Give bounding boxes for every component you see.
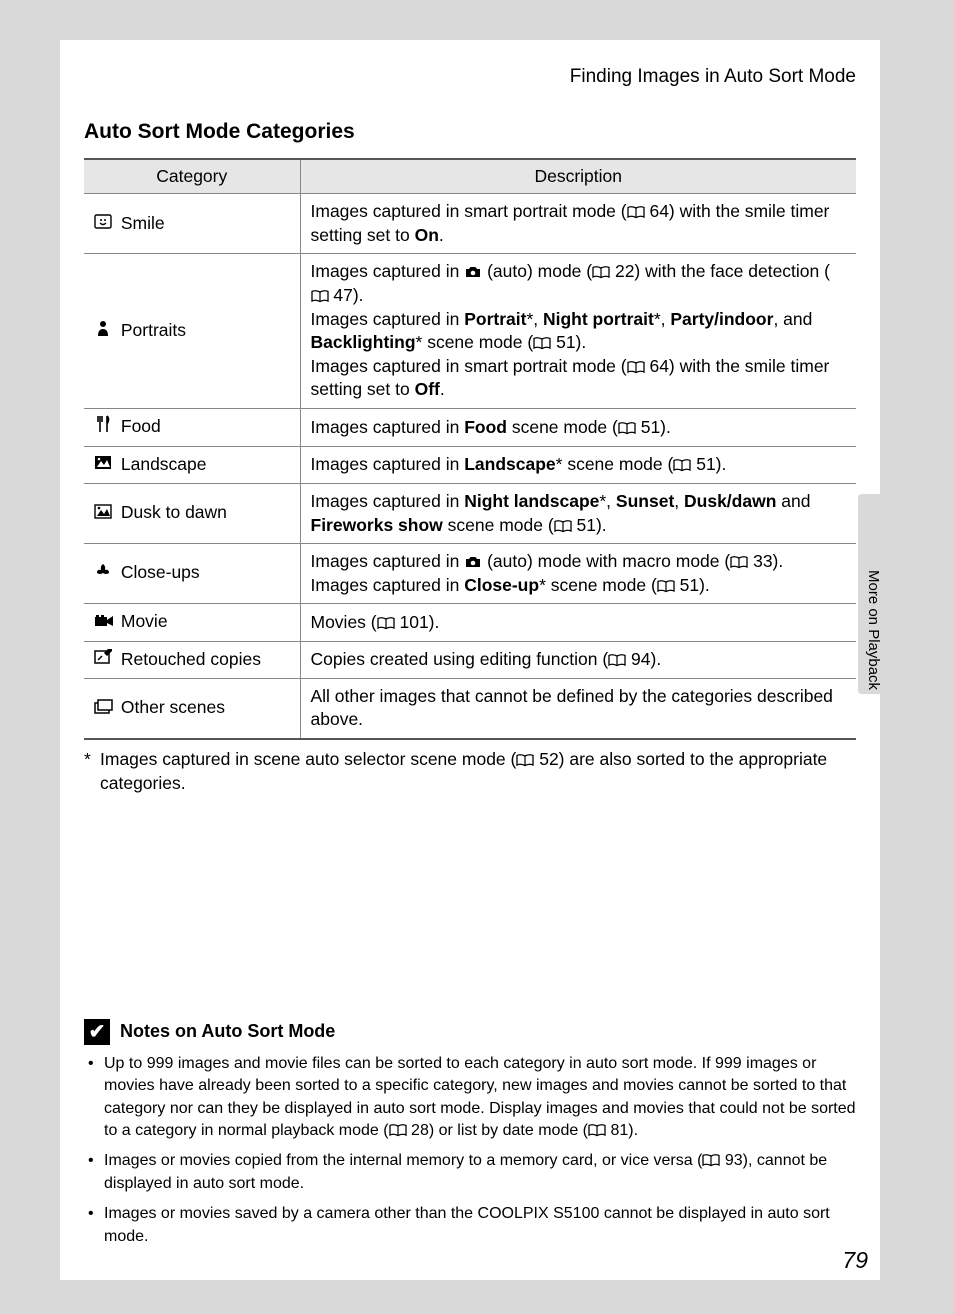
category-name: Portraits [121,320,186,340]
category-cell: Movie [84,604,300,641]
description-cell: Copies created using editing function ( … [300,641,856,678]
category-cell: Smile [84,194,300,254]
list-item: Up to 999 images and movie files can be … [84,1053,856,1143]
list-item: Images or movies copied from the interna… [84,1150,856,1195]
landscape-icon [94,453,112,477]
notes-list: Up to 999 images and movie files can be … [84,1053,856,1248]
description-cell: Images captured in (auto) mode with macr… [300,544,856,604]
category-cell: Close-ups [84,544,300,604]
dusk-icon [94,502,112,526]
table-row: Portraits Images captured in (auto) mode … [84,254,856,409]
portrait-icon [94,319,112,344]
category-name: Dusk to dawn [121,502,227,522]
description-cell: Movies ( 101). [300,604,856,641]
check-icon: ✔ [84,1019,110,1045]
categories-table: Category Description Smile Images capture… [84,158,856,740]
description-cell: Images captured in (auto) mode ( 22) wit… [300,254,856,409]
category-cell: Food [84,409,300,447]
category-name: Smile [121,213,165,233]
category-name: Retouched copies [121,649,261,669]
retouch-icon [94,648,112,672]
category-name: Close-ups [121,562,200,582]
table-row: Landscape Images captured in Landscape* s… [84,446,856,483]
col-category: Category [84,159,300,194]
smile-icon [94,212,112,236]
category-name: Landscape [121,454,207,474]
description-cell: Images captured in Food scene mode ( 51)… [300,409,856,447]
notes-heading-text: Notes on Auto Sort Mode [120,1021,335,1042]
closeup-icon [94,561,112,586]
category-cell: Retouched copies [84,641,300,678]
description-cell: Images captured in smart portrait mode (… [300,194,856,254]
manual-page: Finding Images in Auto Sort Mode Auto So… [60,40,880,1280]
section-heading: Auto Sort Mode Categories [60,120,880,144]
page-header: Finding Images in Auto Sort Mode [60,66,880,88]
description-cell: Images captured in Night landscape*, Sun… [300,483,856,543]
table-row: Smile Images captured in smart portrait m… [84,194,856,254]
table-row: Movie Movies ( 101). [84,604,856,641]
table-row: Other scenes All other images that cannot… [84,678,856,739]
notes-block: ✔ Notes on Auto Sort Mode Up to 999 imag… [84,1019,856,1256]
col-description: Description [300,159,856,194]
category-cell: Other scenes [84,678,300,739]
page-number: 79 [842,1247,868,1274]
description-cell: All other images that cannot be defined … [300,678,856,739]
category-cell: Dusk to dawn [84,483,300,543]
table-row: Food Images captured in Food scene mode (… [84,409,856,447]
other-icon [94,697,112,721]
category-cell: Landscape [84,446,300,483]
category-cell: Portraits [84,254,300,409]
movie-icon [94,611,112,635]
table-row: Retouched copies Copies created using edi… [84,641,856,678]
description-cell: Images captured in Landscape* scene mode… [300,446,856,483]
side-section-label: More on Playback [865,570,882,690]
table-row: Dusk to dawn Images captured in Night lan… [84,483,856,543]
table-row: Close-ups Images captured in (auto) mode … [84,544,856,604]
footnote: * Images captured in scene auto selector… [60,740,880,795]
category-name: Movie [121,611,168,631]
category-name: Other scenes [121,697,225,717]
list-item: Images or movies saved by a camera other… [84,1203,856,1248]
food-icon [94,415,112,440]
category-name: Food [121,416,161,436]
